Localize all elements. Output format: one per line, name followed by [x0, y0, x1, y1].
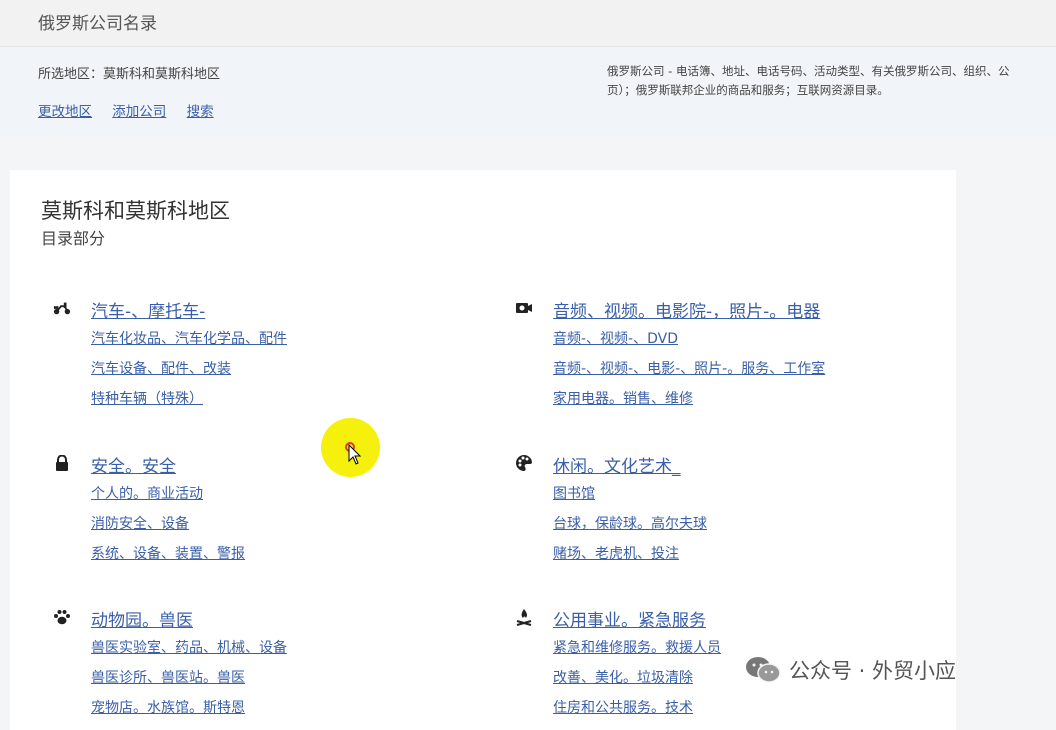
subcategory-link[interactable]: 消防安全、设备	[91, 513, 189, 533]
subcategory-link[interactable]: 汽车化妆品、汽车化学品、配件	[91, 328, 287, 348]
category-title[interactable]: 汽车-、摩托车-	[91, 297, 205, 322]
region-actions: 更改地区 添加公司 搜索	[38, 100, 230, 120]
subcategory-link[interactable]: 住房和公共服务。技术	[553, 697, 693, 717]
watermark: 公众号 · 外贸小应	[745, 655, 956, 685]
mouse-pointer-icon	[348, 444, 362, 465]
site-title: 俄罗斯公司名录	[38, 14, 157, 34]
subcategory-link[interactable]: 台球，保龄球。高尔夫球	[553, 513, 707, 533]
subcategory-link[interactable]: 汽车设备、配件、改装	[91, 358, 231, 378]
subcategory-link[interactable]: 兽医诊所、兽医站。兽医	[91, 667, 245, 687]
category-title[interactable]: 动物园。兽医	[91, 606, 193, 631]
subcategory-link[interactable]: 紧急和维修服务。救援人员	[553, 637, 721, 657]
subcategory-link[interactable]: 宠物店。水族馆。斯特恩	[91, 697, 245, 717]
description-line: 俄罗斯公司 - 电话簿、地址、电话号码、活动类型、有关俄罗斯公司、组织、公	[607, 64, 1010, 78]
paw-icon	[53, 608, 71, 626]
subcategory-link[interactable]: 音频-、视频-、电影-、照片-。服务、工作室	[553, 358, 825, 378]
catalog-card: 莫斯科和莫斯科地区 目录部分 汽车-、摩托车- 汽车化妆品、汽车化学品、配件 汽…	[10, 170, 956, 730]
palette-icon	[515, 454, 533, 472]
wechat-icon	[746, 657, 781, 683]
top-bar: 俄罗斯公司名录	[0, 0, 1056, 47]
subcategory-link[interactable]: 赌场、老虎机、投注	[553, 543, 679, 563]
section-subtitle: 目录部分	[41, 229, 106, 248]
subcategory-link[interactable]: 改善、美化。垃圾清除	[553, 667, 693, 687]
subcategory-link[interactable]: 图书馆	[553, 483, 595, 503]
category-title[interactable]: 安全。安全	[91, 452, 176, 477]
subcategory-link[interactable]: 个人的。商业活动	[91, 483, 203, 503]
search-link[interactable]: 搜索	[187, 104, 214, 120]
directory-description: 俄罗斯公司 - 电话簿、地址、电话号码、活动类型、有关俄罗斯公司、组织、公 页）…	[607, 62, 1056, 100]
info-bar: 所选地区：莫斯科和莫斯科地区 更改地区 添加公司 搜索 俄罗斯公司 - 电话簿、…	[0, 47, 1056, 135]
region-value: 莫斯科和莫斯科地区	[103, 67, 221, 82]
lock-icon	[53, 454, 71, 472]
category-title[interactable]: 休闲。文化艺术_	[553, 452, 681, 477]
subcategory-link[interactable]: 系统、设备、装置、警报	[91, 543, 245, 563]
selected-region: 所选地区：莫斯科和莫斯科地区	[38, 63, 220, 82]
campfire-icon	[515, 608, 533, 626]
subcategory-link[interactable]: 兽医实验室、药品、机械、设备	[91, 637, 287, 657]
category-title[interactable]: 公用事业。紧急服务	[553, 606, 706, 631]
subcategory-link[interactable]: 音频-、视频-、DVD	[553, 328, 678, 348]
add-company-link[interactable]: 添加公司	[112, 104, 166, 120]
description-line: 页）；俄罗斯联邦企业的商品和服务；互联网资源目录。	[607, 83, 889, 97]
change-region-link[interactable]: 更改地区	[38, 104, 92, 120]
subcategory-link[interactable]: 特种车辆（特殊）	[91, 388, 203, 408]
watermark-text: 公众号 · 外贸小应	[789, 659, 957, 683]
category-title[interactable]: 音频、视频。电影院-，照片-。电器	[553, 297, 820, 322]
region-label: 所选地区：	[38, 67, 104, 82]
region-heading: 莫斯科和莫斯科地区	[41, 199, 230, 223]
subcategory-link[interactable]: 家用电器。销售、维修	[553, 388, 693, 408]
scooter-icon	[53, 299, 71, 317]
camera-icon	[515, 299, 533, 317]
